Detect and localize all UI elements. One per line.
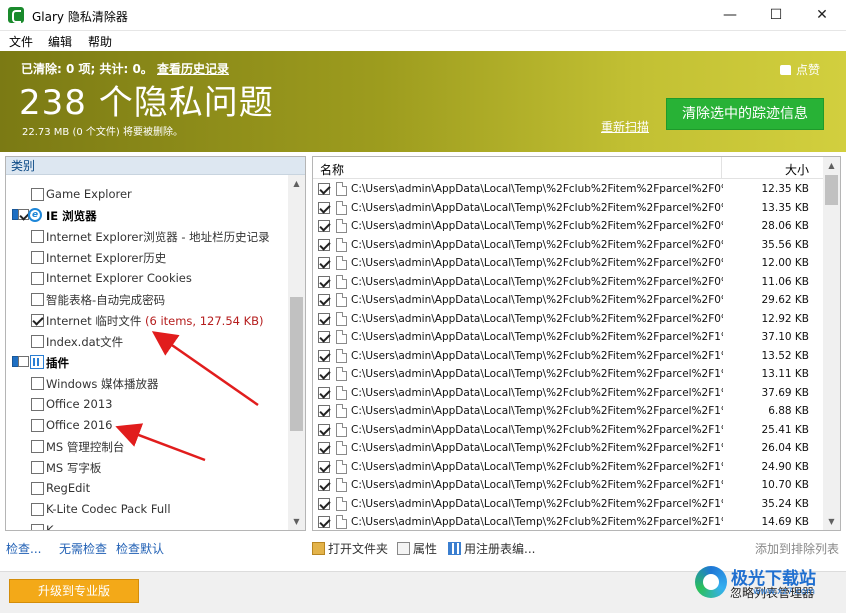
annotation-arrow-2	[115, 423, 206, 462]
annotation-arrow-1	[151, 331, 259, 407]
annotation-arrows	[115, 331, 259, 462]
